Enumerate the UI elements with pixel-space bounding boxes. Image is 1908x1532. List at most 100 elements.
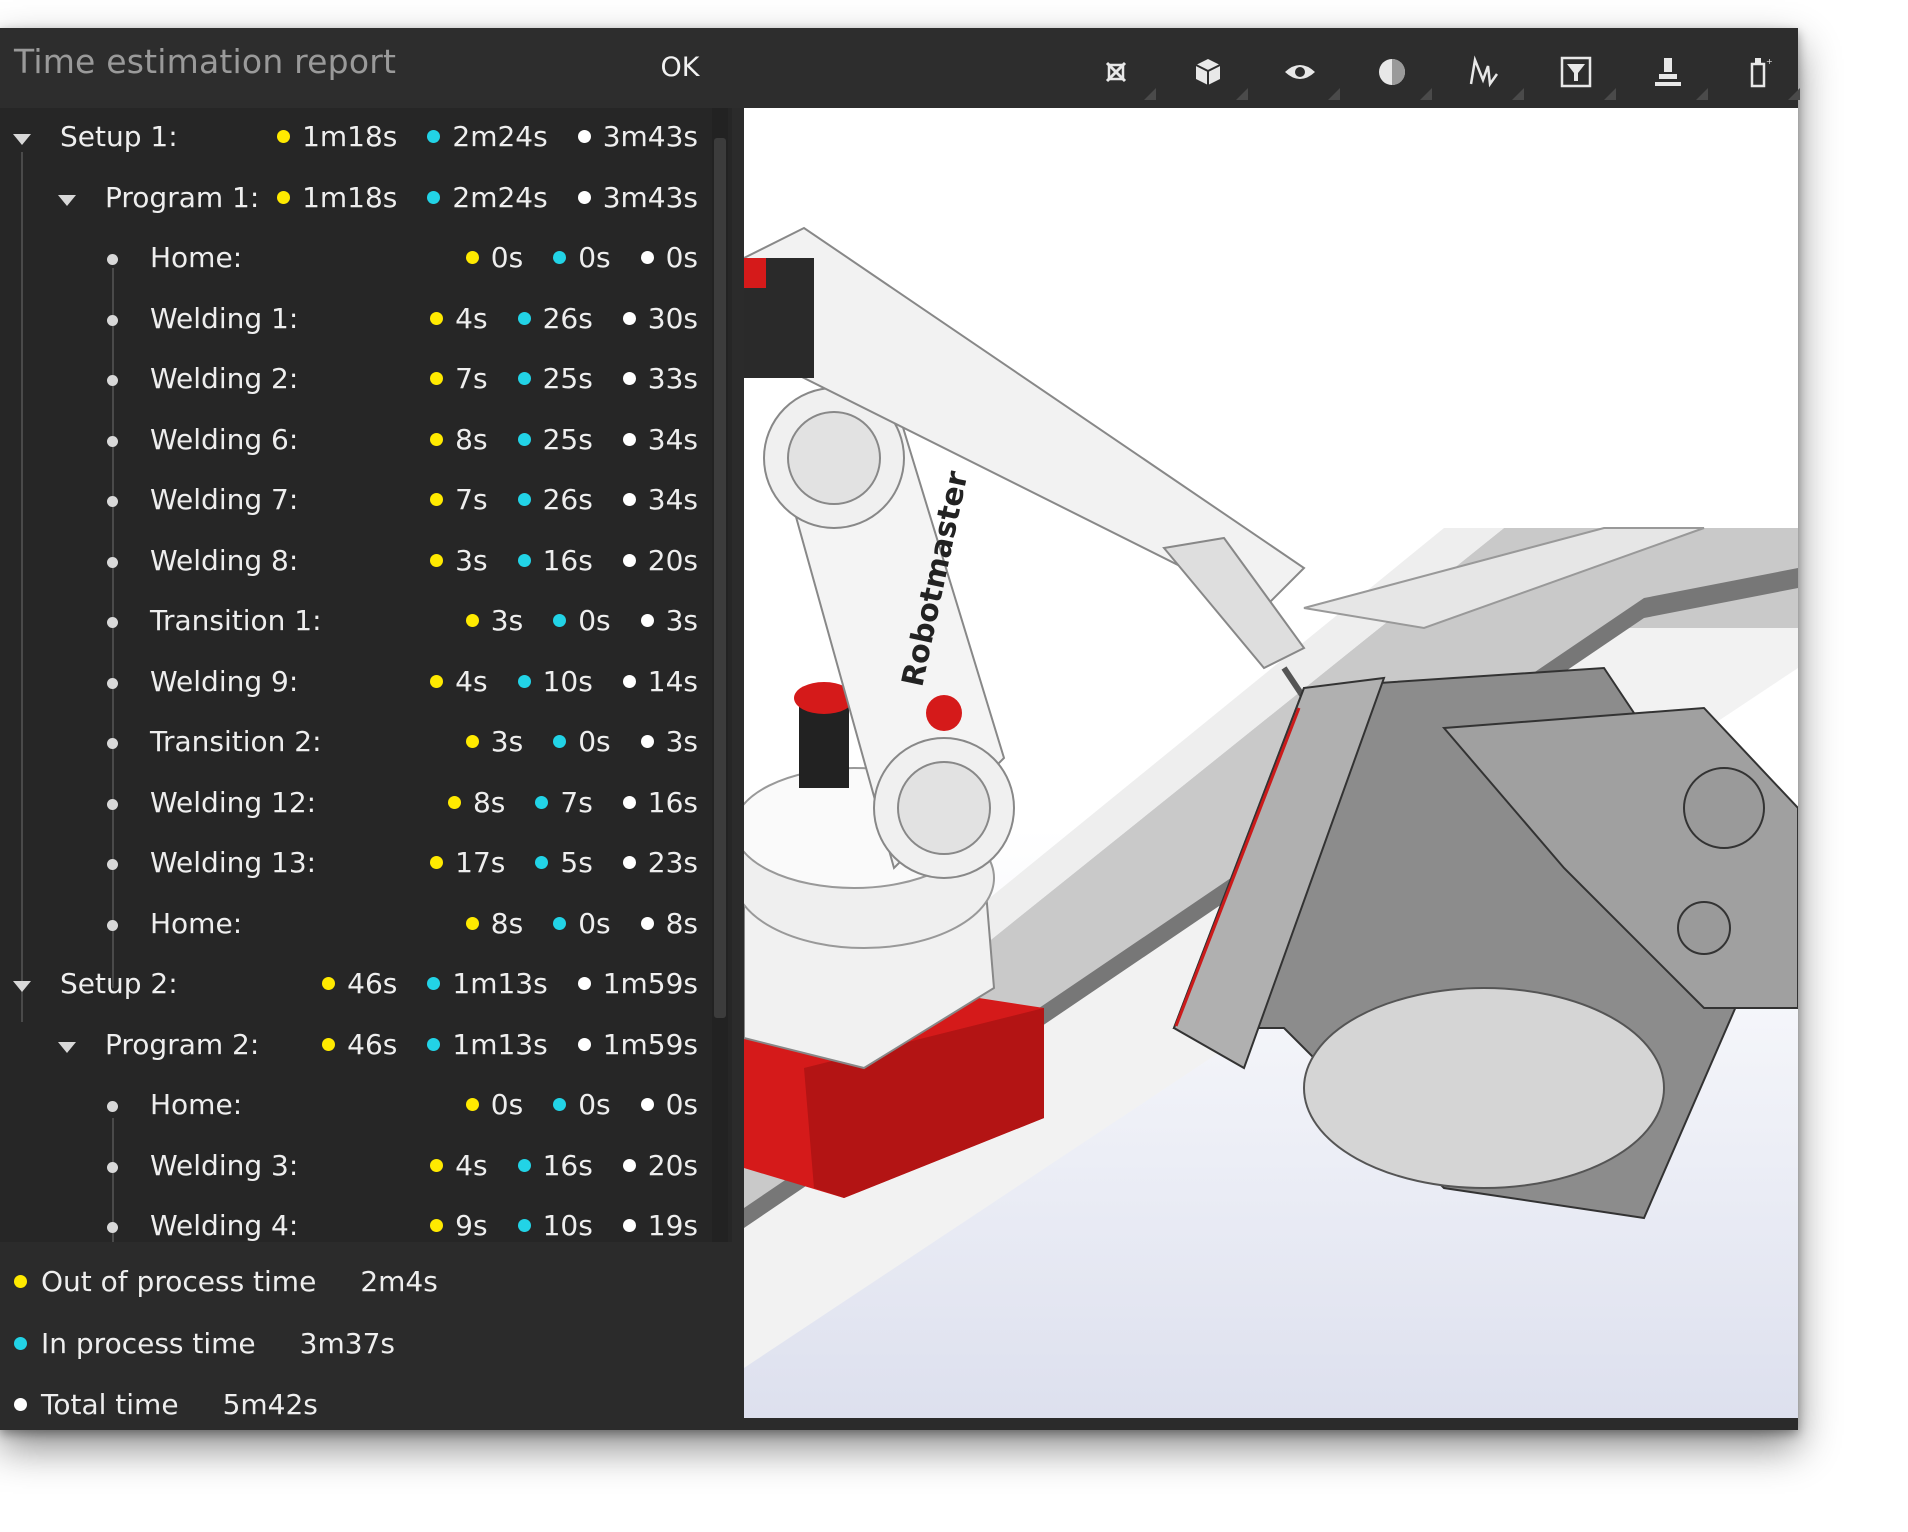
out-of-process-time-dot-icon: [447, 795, 461, 809]
in-process-time: 0s: [553, 725, 611, 758]
total-time-value: 3s: [665, 725, 698, 758]
tree-item[interactable]: Welding 4: 9s 10s 19s: [0, 1201, 712, 1242]
summary-label: In process time: [41, 1326, 256, 1360]
tree-item-label: Welding 3:: [150, 1148, 299, 1182]
out-of-process-time-dot-icon: [430, 311, 444, 325]
tree-item[interactable]: Welding 13: 17s 5s 23s: [0, 838, 712, 894]
tree-bullet-icon: [107, 617, 118, 628]
total-time-dot-icon: [622, 553, 636, 567]
out-of-process-time: 9s: [430, 1209, 488, 1242]
in-process-time-dot-icon: [553, 251, 567, 264]
summary-total: Total time 5m42s: [14, 1379, 318, 1429]
in-process-time-dot-icon: [427, 130, 441, 143]
tree-item[interactable]: Transition 1: 3s 0s 3s: [0, 596, 712, 652]
ok-button[interactable]: OK: [650, 46, 710, 90]
out-of-process-time: 7s: [430, 483, 488, 516]
total-time-dot-icon: [640, 735, 654, 748]
tree-item[interactable]: Welding 9: 4s 10s 14s: [0, 657, 712, 713]
in-process-time-value: 10s: [542, 1209, 593, 1242]
in-process-time: 2m24s: [427, 120, 548, 153]
tree-item[interactable]: Welding 6: 8s 25s 34s: [0, 415, 712, 471]
tree-item[interactable]: Transition 2: 3s 0s 3s: [0, 717, 712, 773]
view-toolbar: +: [1070, 42, 1806, 102]
time-estimation-window: Time estimation report OK + Setup 1: 1m1…: [0, 28, 1800, 1430]
total-time: 0s: [640, 1088, 698, 1121]
setup-tree-item[interactable]: Setup 1: 1m18s 2m24s 3m43s: [0, 112, 712, 168]
visibility-button[interactable]: [1254, 42, 1346, 102]
total-time-value: 20s: [647, 1148, 698, 1182]
in-process-time-dot-icon: [427, 190, 441, 204]
tree-item[interactable]: Welding 8: 3s 16s 20s: [0, 536, 712, 592]
setup-tree-item[interactable]: Setup 2: 46s 1m13s 1m59s: [0, 959, 712, 1015]
time-values: 8s 25s 34s: [430, 423, 698, 456]
tree-item[interactable]: Welding 7: 7s 26s 34s: [0, 475, 712, 531]
out-of-process-time: 3s: [465, 725, 524, 758]
expand-caret-icon[interactable]: [58, 1041, 76, 1053]
in-process-time-dot-icon: [535, 795, 549, 809]
visibility-eye-icon: [1285, 65, 1315, 79]
toolpath-button[interactable]: [1438, 42, 1530, 102]
robot-tool-button[interactable]: [1622, 42, 1714, 102]
scrollbar-thumb[interactable]: [714, 138, 726, 1018]
total-time: 3m43s: [577, 181, 698, 214]
tree-item-label: Program 2:: [105, 1027, 260, 1061]
summary-value: 2m4s: [360, 1264, 438, 1298]
tree-item-label: Program 1:: [105, 180, 260, 214]
in-process-time-value: 1m13s: [452, 967, 548, 1000]
out-of-process-time: 46s: [322, 1028, 397, 1061]
time-values: 4s 10s 14s: [430, 665, 698, 698]
out-of-process-time-value: 46s: [347, 1027, 398, 1061]
total-time-dot-icon: [577, 130, 591, 143]
out-of-process-time-value: 8s: [490, 906, 524, 940]
program-tree-item[interactable]: Program 2: 46s 1m13s 1m59s: [0, 1020, 712, 1076]
tree-item[interactable]: Home: 8s 0s 8s: [0, 899, 712, 955]
total-time-dot-icon: [622, 493, 636, 506]
out-of-process-time-value: 1m18s: [302, 180, 398, 214]
total-time: 34s: [622, 483, 698, 516]
time-values: 9s 10s 19s: [430, 1209, 698, 1242]
total-time-value: 20s: [647, 543, 698, 577]
time-values: 46s 1m13s 1m59s: [322, 967, 698, 1000]
extras-button[interactable]: +: [1714, 42, 1806, 102]
tree-item[interactable]: Welding 12: 8s 7s 16s: [0, 778, 712, 834]
tree-item[interactable]: Home: 0s 0s 0s: [0, 233, 712, 289]
total-time: 30s: [622, 302, 698, 335]
out-of-process-time: 3s: [430, 544, 488, 577]
filter-button[interactable]: [1530, 42, 1622, 102]
tree-item[interactable]: Welding 3: 4s 16s 20s: [0, 1141, 712, 1197]
total-time: 8s: [640, 907, 698, 940]
out-of-process-time: 17s: [430, 846, 505, 879]
total-time: 16s: [622, 786, 698, 819]
robot-tool-icon: [1655, 58, 1681, 86]
expand-caret-icon[interactable]: [58, 194, 76, 206]
program-tree-item[interactable]: Program 1: 1m18s 2m24s 3m43s: [0, 173, 712, 229]
total-time-dot-icon: [640, 916, 654, 930]
out-of-process-time: 1m18s: [277, 181, 397, 214]
cube-view-button[interactable]: [1162, 42, 1254, 102]
filter-icon: [1560, 56, 1592, 88]
tree-scrollbar[interactable]: [712, 108, 728, 1242]
time-tree-panel[interactable]: Setup 1: 1m18s 2m24s 3m43s Program 1: 1m18s 2m…: [0, 108, 732, 1242]
tree-bullet-icon: [107, 375, 118, 386]
expand-caret-icon[interactable]: [13, 981, 31, 992]
total-time-dot-icon: [577, 190, 591, 204]
total-time: 20s: [622, 1148, 698, 1182]
expand-caret-icon[interactable]: [13, 134, 31, 145]
tree-item[interactable]: Welding 1: 4s 26s 30s: [0, 294, 712, 350]
total-time-dot-icon: [622, 1158, 636, 1172]
extras-icon: +: [1750, 57, 1773, 88]
in-process-time-value: 1m13s: [452, 1027, 548, 1061]
tree-item[interactable]: Welding 2: 7s 25s 33s: [0, 354, 712, 410]
in-process-time-dot-icon: [517, 1219, 531, 1232]
tree-bullet-icon: [107, 556, 118, 568]
shading-button[interactable]: [1346, 42, 1438, 102]
out-of-process-time-value: 3s: [490, 725, 524, 758]
fit-all-button[interactable]: [1070, 42, 1162, 102]
total-time-value: 3s: [665, 604, 698, 637]
tree-item-label: Setup 1:: [60, 120, 178, 153]
3d-viewport[interactable]: Robotmaster: [744, 108, 1798, 1418]
summary-out-of-process: Out of process time 2m4s: [14, 1256, 438, 1306]
in-process-time-value: 16s: [542, 543, 593, 577]
tree-item[interactable]: Home: 0s 0s 0s: [0, 1080, 712, 1136]
out-of-process-time-dot-icon: [465, 916, 479, 930]
